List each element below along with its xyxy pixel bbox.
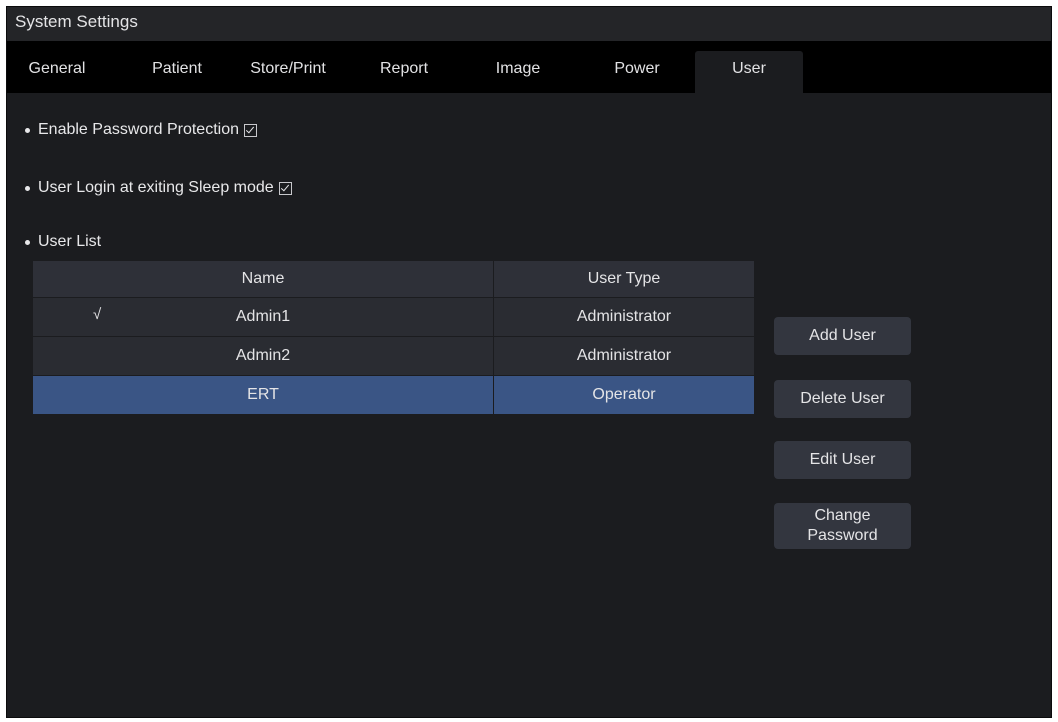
user-name: Admin2 [235,347,291,364]
user-type-cell: Administrator [493,297,755,337]
tab-user[interactable]: User [695,51,803,93]
user-name-cell: ERT [33,375,494,414]
password-protection-label: Enable Password Protection [38,121,239,138]
user-list-label: User List [38,233,102,250]
user-name: ERT [247,386,279,403]
tab-bar: General Patient Store/Print Report Image… [7,41,1051,93]
tab-general[interactable]: General [19,51,95,93]
name-column-header[interactable]: Name [33,261,494,298]
tab-report[interactable]: Report [364,51,444,93]
user-list-heading: User List [25,233,101,251]
change-password-label-line1: Change [814,507,871,524]
checkmark-icon [280,182,289,191]
password-protection-option: Enable Password Protection [25,121,257,139]
current-user-check-icon: √ [93,306,102,323]
checkmark-icon [245,124,255,133]
user-name: Admin1 [235,308,291,325]
table-row[interactable]: Admin2 Administrator [33,336,755,376]
bullet-icon [25,239,30,245]
system-settings-window: System Settings General Patient Store/Pr… [6,6,1052,718]
edit-user-button[interactable]: Edit User [774,441,911,479]
login-on-wake-option: User Login at exiting Sleep mode [25,179,292,197]
user-list-table: Name User Type √ Admin1 Administrator Ad… [33,261,755,414]
table-header-row: Name User Type [33,261,755,298]
change-password-button[interactable]: Change Password [774,503,911,549]
add-user-button[interactable]: Add User [774,317,911,355]
login-on-wake-checkbox[interactable] [278,181,292,195]
login-on-wake-label: User Login at exiting Sleep mode [38,179,274,196]
tab-patient[interactable]: Patient [137,51,217,93]
change-password-label-line2: Password [807,527,878,544]
user-name-cell: Admin2 [33,336,494,376]
user-name-cell: √ Admin1 [33,297,494,337]
tab-power[interactable]: Power [597,51,677,93]
user-type-column-header[interactable]: User Type [493,261,755,298]
tab-image[interactable]: Image [483,51,553,93]
table-row[interactable]: ERT Operator [33,375,755,414]
bullet-icon [25,185,30,191]
table-row[interactable]: √ Admin1 Administrator [33,297,755,337]
user-type-cell: Administrator [493,336,755,376]
password-protection-checkbox[interactable] [244,123,257,137]
tab-store-print[interactable]: Store/Print [235,51,341,93]
bullet-icon [25,127,30,133]
user-type-cell: Operator [493,375,755,414]
delete-user-button[interactable]: Delete User [774,380,911,418]
window-title: System Settings [15,12,138,31]
title-bar: System Settings [7,7,1051,41]
